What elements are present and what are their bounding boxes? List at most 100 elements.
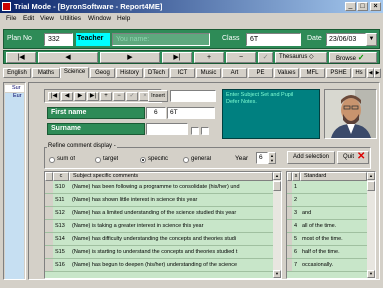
standard-text: half of the time. [302,249,340,255]
tab-hs[interactable]: Hs [352,68,366,78]
standard-row[interactable]: 3 and [287,207,367,220]
year-spinner[interactable]: ▲ ▼ [268,152,276,164]
first-record-button[interactable]: |◀ [6,52,36,63]
date-dropdown-button[interactable]: ▼ [366,33,377,46]
window-title: Trial Mode - [ByronSoftware - Report4ME] [14,2,163,11]
comments-scrollbar[interactable]: ▲ ▼ [273,172,281,278]
standard-row[interactable]: 4 all of the time. [287,220,367,233]
close-icon[interactable]: × [370,2,381,11]
prev-record-button[interactable]: ◀ [38,52,98,63]
flag-checkbox-2[interactable] [201,127,209,135]
menu-file[interactable]: File [6,15,16,22]
comments-code-header[interactable]: c [53,172,69,181]
tab-dtech[interactable]: DTech [144,68,169,78]
quit-button[interactable]: Quit ✕ [337,151,369,164]
comment-row[interactable]: S11 (Name) has shown little interest in … [45,194,273,207]
comment-row[interactable]: S13 (Name) is taking a greater interest … [45,220,273,233]
add-pupil-button[interactable]: + [100,92,112,101]
tab-values[interactable]: Values [274,68,299,78]
add-record-button[interactable]: + [194,52,224,63]
tab-science[interactable]: Science [60,67,89,78]
date-field[interactable]: 23/06/03 [326,33,366,46]
save-pupil-button[interactable]: ✓ [126,92,138,101]
menu-help[interactable]: Help [117,15,130,22]
standard-row[interactable]: 5 most of the time. [287,233,367,246]
comment-row[interactable]: S15 (Name) is starting to understand the… [45,246,273,259]
comments-scroll-down[interactable]: ▼ [273,270,281,278]
comment-row[interactable]: S16 (Name) has begun to deepen (his/her)… [45,259,273,272]
comment-text: (Name) is taking a greater interest in s… [72,223,204,229]
tab-ict[interactable]: ICT [170,68,195,78]
standards-scroll-down[interactable]: ▼ [367,270,375,278]
menu-view[interactable]: View [40,15,54,22]
comments-scroll-up[interactable]: ▲ [273,172,281,180]
comment-row[interactable]: S12 (Name) has a limited understanding o… [45,207,273,220]
standard-row[interactable]: 7 occasionally. [287,259,367,272]
standards-code-header[interactable]: s [292,172,300,181]
teacher-name-field[interactable]: You name: [112,33,210,46]
class-field[interactable]: 6T [246,33,301,46]
flag-checkbox-1[interactable] [191,127,199,135]
tab-music[interactable]: Music [196,68,221,78]
standard-row-indicator [287,220,292,232]
comment-row[interactable]: S14 (Name) has difficulty understanding … [45,233,273,246]
tab-mfl[interactable]: MFL [300,68,325,78]
tab-english[interactable]: English [3,68,31,78]
menu-edit[interactable]: Edit [23,15,34,22]
year-field[interactable]: 6 [256,152,268,164]
comments-text-header[interactable]: Subject specific comments [69,172,273,181]
year-label: Year [235,155,249,162]
comment-row-indicator [45,194,53,206]
standard-code: 4 [294,223,298,229]
tab-history[interactable]: History [116,68,143,78]
pupil-list-body[interactable]: Eur [5,93,24,279]
last-record-button[interactable]: ▶| [162,52,192,63]
standard-code: 6 [294,249,298,255]
next-pupil-button[interactable]: ▶ [74,92,86,101]
standards-scroll-thumb[interactable] [367,181,375,191]
maximize-button[interactable]: □ [357,2,368,11]
last-pupil-button[interactable]: ▶| [87,92,99,101]
tab-scroll-right[interactable]: ▶ [374,68,381,78]
first-name-label-text: First name [51,109,87,116]
tab-maths[interactable]: Maths [32,68,60,78]
info-panel: Enter Subject Set and Pupil Defer Notes. [222,89,320,139]
menu-utilities[interactable]: Utilities [60,15,81,22]
tab-geog[interactable]: Geog [90,68,115,78]
class-label: Class [222,35,240,42]
delete-record-button[interactable]: − [226,52,256,63]
standards-rows: 1 2 3 and 4 all of the time. 5 most of t… [287,181,367,278]
comment-row[interactable]: S10 (Name) has been following a programm… [45,181,273,194]
plan-field[interactable]: 332 [44,33,73,46]
standards-scroll-up[interactable]: ▲ [367,172,375,180]
title-bar: Trial Mode - [ByronSoftware - Report4ME]… [0,0,383,13]
add-selection-button[interactable]: Add selection [287,151,335,164]
minimize-button[interactable]: _ [345,2,356,11]
standard-code: 3 [294,210,298,216]
tab-art[interactable]: Art [222,68,247,78]
tab-pshe[interactable]: PSHE [326,68,351,78]
pupil-class-field[interactable]: 6T [167,107,215,119]
browse-button[interactable]: Browse ✓ [329,52,377,63]
comments-scroll-thumb[interactable] [273,181,281,191]
standard-row[interactable]: 2 [287,194,367,207]
header-strip: Plan No 332 Teacher You name: Class 6T D… [3,29,380,49]
insert-button[interactable]: Insert [148,90,168,102]
tab-pe[interactable]: PE [248,68,273,78]
standard-row[interactable]: 6 half of the time. [287,246,367,259]
refine-label: Refine comment display - [47,143,117,149]
pupil-number-field[interactable]: 6 [146,107,166,119]
prev-pupil-button[interactable]: ◀ [61,92,73,101]
next-record-button[interactable]: ▶ [100,52,160,63]
tab-scroll-left[interactable]: ◀ [367,68,374,78]
surname-field[interactable] [146,123,188,135]
confirm-record-button[interactable]: ✓ [258,52,273,63]
first-pupil-button[interactable]: |◀ [48,92,60,101]
standards-text-header[interactable]: Standard [300,172,367,181]
standard-row[interactable]: 1 [287,181,367,194]
record-extra-field[interactable] [170,90,216,102]
delete-pupil-button[interactable]: − [113,92,125,101]
menu-window[interactable]: Window [88,15,111,22]
thesaurus-button[interactable]: Thesaurus ◇ [275,52,327,63]
standards-scrollbar[interactable]: ▲ ▼ [367,172,375,278]
